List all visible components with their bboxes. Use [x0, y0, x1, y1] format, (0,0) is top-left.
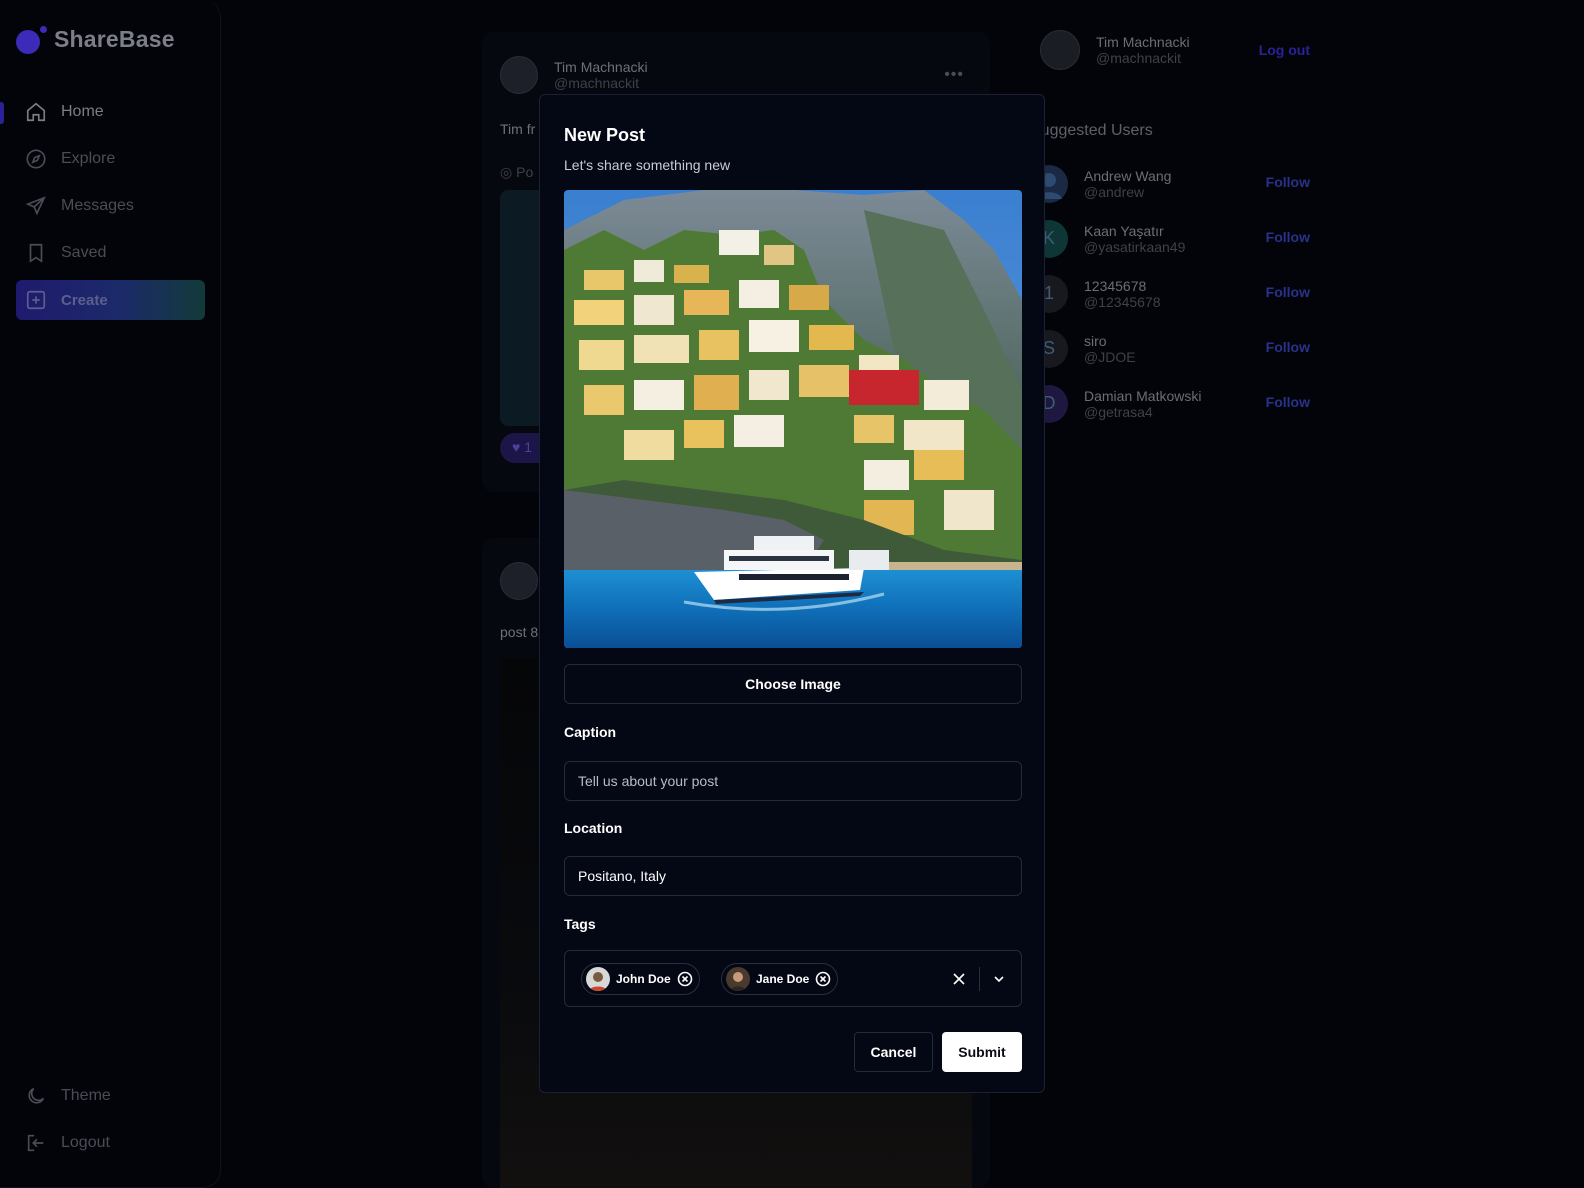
- follow-button[interactable]: Follow: [1266, 284, 1310, 300]
- new-post-dialog: New Post Let's share something new Choos…: [539, 94, 1045, 1093]
- logout-link[interactable]: Log out: [1259, 42, 1310, 58]
- post-author-handle: @machnackit: [554, 75, 640, 91]
- app-name: ShareBase: [54, 26, 175, 52]
- remove-tag-icon[interactable]: [677, 971, 693, 987]
- clear-tags-icon[interactable]: [949, 969, 969, 989]
- suggested-user-name[interactable]: Damian Matkowski: [1084, 388, 1201, 404]
- suggested-user-row: Ssiro @JDOE Follow: [1030, 321, 1310, 376]
- sidebar-item-home[interactable]: Home: [0, 92, 205, 132]
- plus-square-icon: [25, 289, 47, 311]
- sidebar-item-logout[interactable]: Logout: [16, 1123, 205, 1163]
- chevron-down-icon[interactable]: [989, 969, 1009, 989]
- suggested-user-handle: @JDOE: [1084, 348, 1136, 365]
- sidebar-item-label: Logout: [61, 1134, 110, 1151]
- sidebar-item-create[interactable]: Create: [16, 280, 205, 320]
- moon-icon: [25, 1085, 47, 1107]
- tag-chip-label: Jane Doe: [756, 972, 810, 986]
- tag-chip: Jane Doe: [721, 963, 839, 995]
- follow-button[interactable]: Follow: [1266, 229, 1310, 245]
- image-preview-graphic: [564, 190, 1022, 648]
- caption-placeholder: Tell us about your post: [578, 773, 719, 789]
- caption-input[interactable]: Tell us about your post: [564, 761, 1022, 801]
- post-author-name[interactable]: Tim Machnacki: [554, 59, 648, 75]
- main-nav: Home Explore Messages Saved Create: [0, 92, 205, 327]
- avatar: [726, 967, 750, 991]
- right-column: Tim Machnacki @machnackit Log out Sugges…: [1030, 30, 1310, 423]
- remove-tag-icon[interactable]: [815, 971, 831, 987]
- tag-chip: John Doe: [581, 963, 700, 995]
- app-logo[interactable]: ShareBase: [16, 22, 175, 54]
- suggested-user-handle: @getrasa4: [1084, 403, 1153, 420]
- tags-multiselect[interactable]: John Doe Jane Doe: [564, 950, 1022, 1007]
- avatar[interactable]: [500, 562, 538, 600]
- submit-button[interactable]: Submit: [942, 1032, 1022, 1072]
- follow-button[interactable]: Follow: [1266, 339, 1310, 355]
- post-caption: Tim fr: [500, 121, 536, 137]
- follow-button[interactable]: Follow: [1266, 394, 1310, 410]
- current-user-handle: @machnackit: [1096, 50, 1182, 66]
- send-icon: [25, 195, 47, 217]
- post-header: [500, 562, 538, 600]
- avatar-initial: 1: [1043, 283, 1054, 303]
- suggested-user-row: Andrew Wang @andrew Follow: [1030, 156, 1310, 211]
- home-icon: [25, 101, 47, 123]
- avatar: [586, 967, 610, 991]
- suggested-user-row: K Kaan Yaşatır @yasatirkaan49 Follow: [1030, 211, 1310, 266]
- sidebar-item-explore[interactable]: Explore: [16, 139, 205, 179]
- sidebar-item-messages[interactable]: Messages: [16, 186, 205, 226]
- suggested-user-row: D Damian Matkowski @getrasa4 Follow: [1030, 376, 1310, 431]
- location-input[interactable]: Positano, Italy: [564, 856, 1022, 896]
- location-label: Location: [564, 820, 623, 836]
- avatar[interactable]: [1040, 30, 1080, 70]
- sidebar-item-label: Messages: [61, 197, 134, 214]
- post-location: ◎ Po: [500, 164, 533, 181]
- sidebar-item-label: Saved: [61, 244, 107, 261]
- sidebar-item-theme[interactable]: Theme: [16, 1076, 205, 1116]
- like-count: 1: [524, 439, 532, 455]
- suggested-user-handle: @andrew: [1084, 183, 1145, 200]
- sidebar-bottom: Theme Logout: [16, 1076, 205, 1170]
- post-caption: post 8: [500, 624, 539, 640]
- suggested-users-title: Suggested Users: [1030, 122, 1153, 139]
- tags-label: Tags: [564, 916, 596, 932]
- dialog-subtitle: Let's share something new: [564, 157, 731, 173]
- suggested-user-row: 1 12345678 @12345678 Follow: [1030, 266, 1310, 321]
- more-options-icon[interactable]: •••: [944, 66, 964, 84]
- separator: [979, 967, 980, 991]
- choose-image-button[interactable]: Choose Image: [564, 664, 1022, 704]
- dialog-title: New Post: [564, 125, 646, 145]
- follow-button[interactable]: Follow: [1266, 174, 1310, 190]
- compass-icon: [25, 148, 47, 170]
- suggested-user-name[interactable]: 12345678: [1084, 278, 1161, 294]
- current-user-name[interactable]: Tim Machnacki: [1096, 34, 1190, 50]
- location-value: Positano, Italy: [578, 868, 666, 884]
- sidebar-item-label: Theme: [61, 1087, 111, 1104]
- suggested-user-name[interactable]: Kaan Yaşatır: [1084, 223, 1185, 239]
- image-preview: [564, 190, 1022, 648]
- cancel-button[interactable]: Cancel: [854, 1032, 933, 1072]
- post-header: Tim Machnacki @machnackit: [500, 56, 648, 94]
- caption-label: Caption: [564, 724, 617, 740]
- sidebar-item-label: Explore: [61, 150, 116, 167]
- logo-icon: [16, 24, 47, 54]
- sidebar-item-label: Home: [61, 103, 104, 120]
- suggested-user-name[interactable]: siro: [1084, 333, 1136, 349]
- avatar[interactable]: [500, 56, 538, 94]
- bookmark-icon: [25, 242, 47, 264]
- sidebar-item-saved[interactable]: Saved: [16, 233, 205, 273]
- map-pin-icon: ◎: [500, 164, 513, 180]
- heart-icon: ♥: [512, 439, 521, 455]
- suggested-users-list: Andrew Wang @andrew Follow K Kaan Yaşatır @ya…: [1030, 156, 1310, 431]
- sidebar: ShareBase Home Explore Messages Saved Cr…: [0, 0, 221, 1188]
- post-location-text: Po: [516, 164, 534, 180]
- logout-icon: [25, 1132, 47, 1154]
- sidebar-item-label: Create: [61, 291, 108, 309]
- suggested-user-handle: @12345678: [1084, 293, 1161, 310]
- suggested-user-name[interactable]: Andrew Wang: [1084, 168, 1171, 184]
- suggested-user-handle: @yasatirkaan49: [1084, 238, 1186, 255]
- tag-chip-label: John Doe: [616, 972, 671, 986]
